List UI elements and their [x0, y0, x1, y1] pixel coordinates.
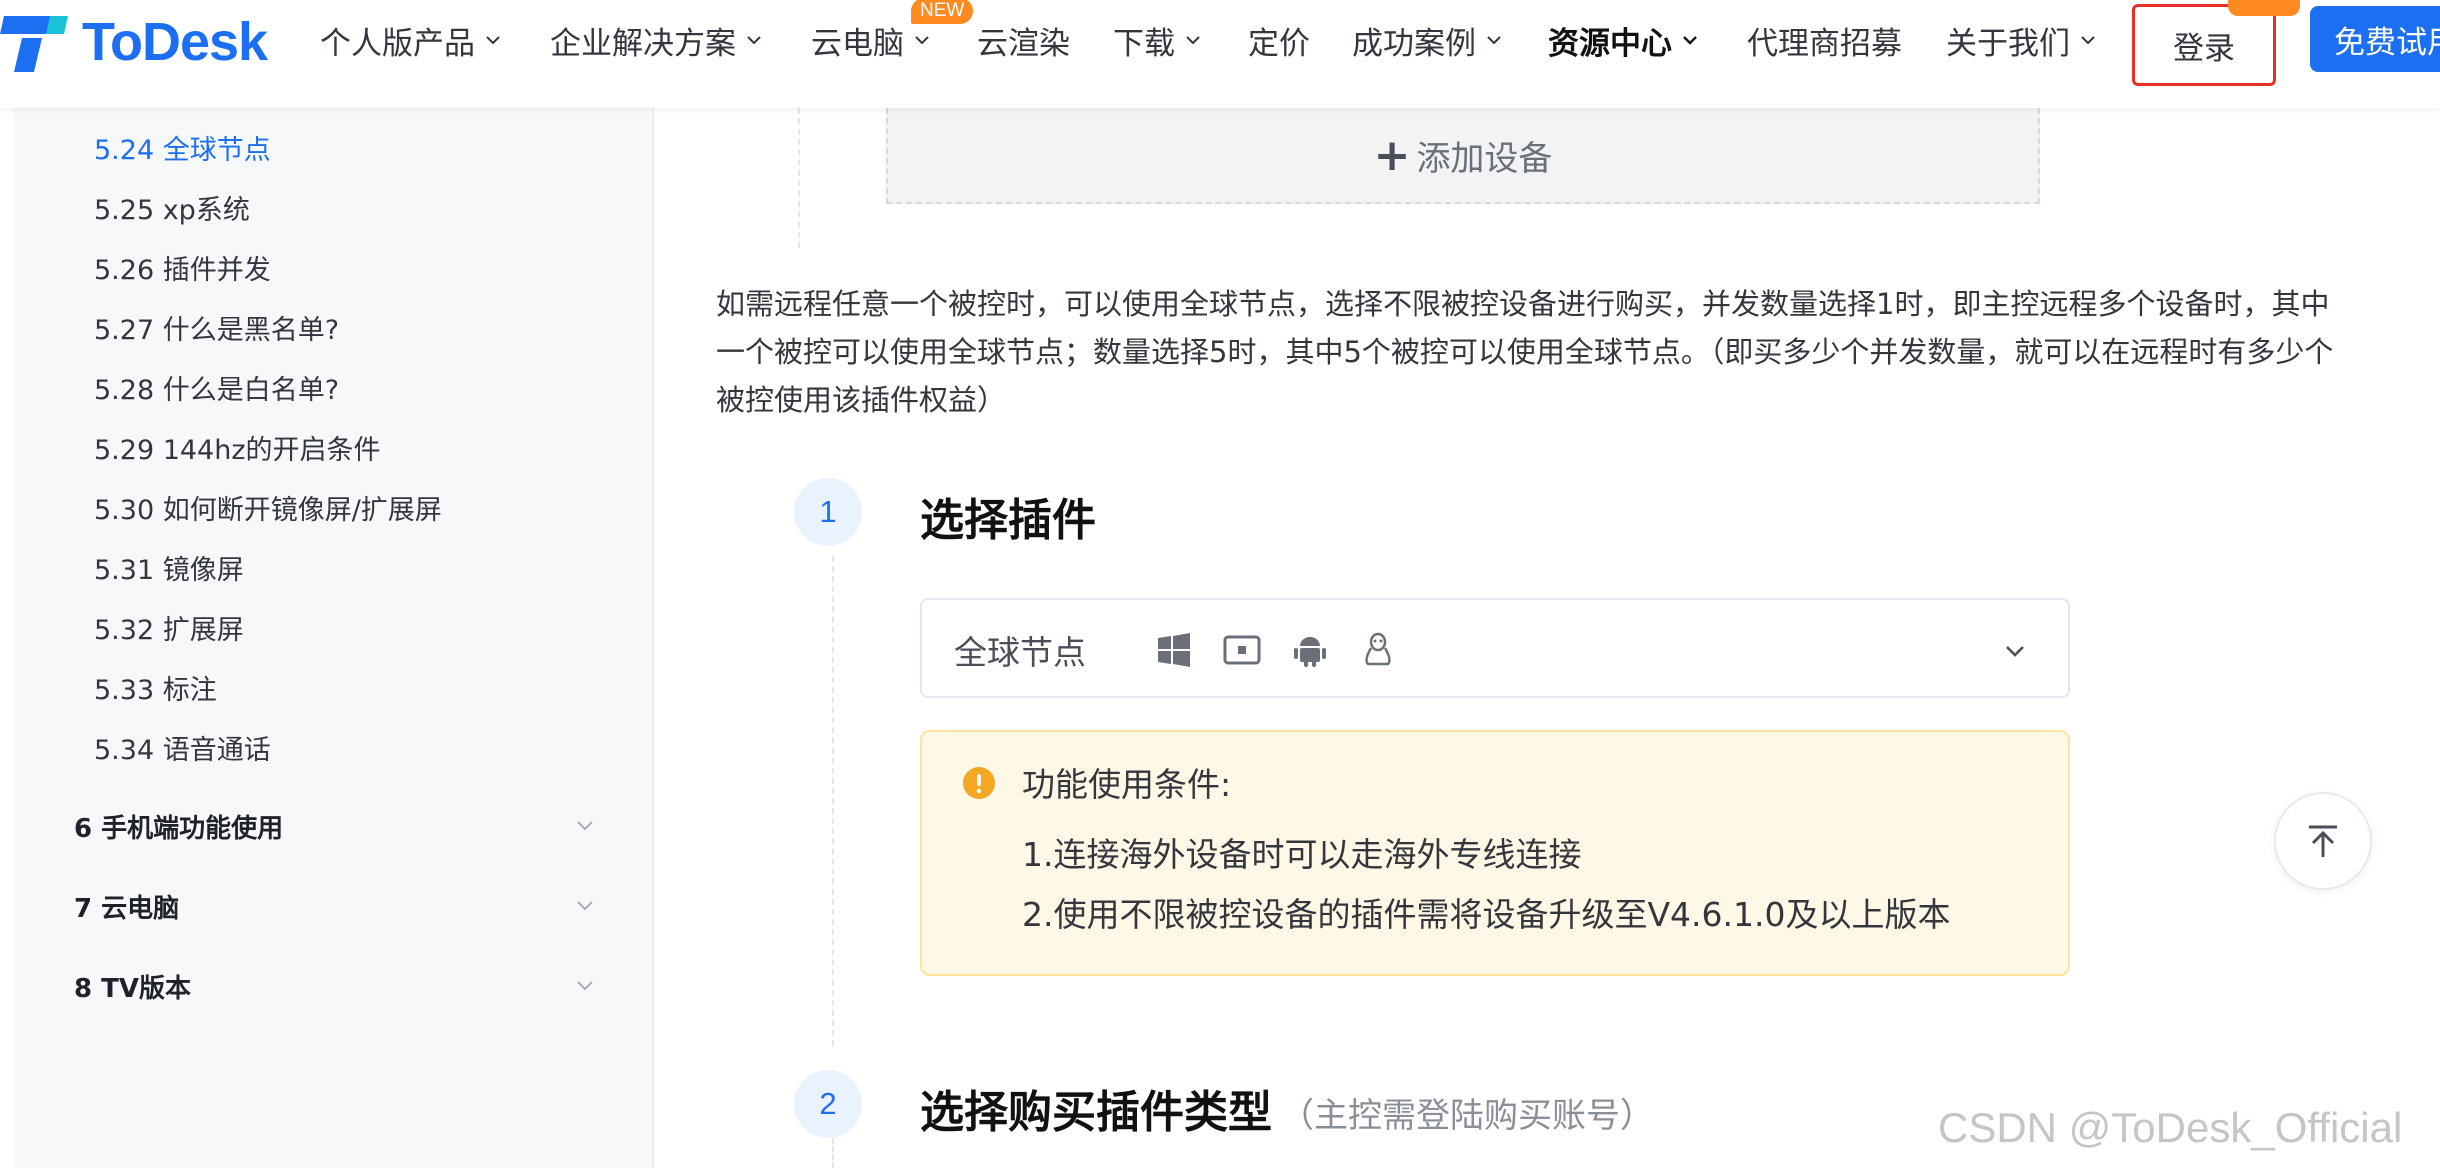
back-to-top-button[interactable]: [2274, 792, 2372, 890]
chevron-down-icon: [486, 36, 500, 45]
nav-item-label: 云电脑: [811, 25, 904, 62]
nav-item-label: 云渲染: [977, 25, 1070, 62]
step-title-text: 选择购买插件类型: [920, 1087, 1272, 1138]
toc-item-whitelist[interactable]: 5.28 什么是白名单?: [94, 368, 339, 407]
notice-line-1: 1.连接海外设备时可以走海外专线连接: [1022, 835, 1582, 874]
login-button[interactable]: 登录: [2132, 4, 2276, 86]
todesk-logo-icon: [0, 16, 68, 72]
nav-item-cases[interactable]: 成功案例: [1352, 18, 1504, 62]
linux-icon: [1365, 632, 1391, 666]
nav-item-label: 代理商招募: [1747, 25, 1902, 62]
new-badge: NEW: [911, 0, 974, 24]
step-guide-line: [832, 1138, 834, 1168]
nav-item-label: 个人版产品: [320, 25, 475, 62]
docs-sidebar: 5.24 全球节点 5.25 xp系统 5.26 插件并发 5.27 什么是黑名…: [14, 108, 654, 1168]
toc-section-cloud-pc[interactable]: 7 云电脑: [74, 888, 179, 925]
step-guide-line: [798, 108, 800, 248]
step-title-select-plugin: 选择插件: [920, 495, 1096, 546]
step-title-select-type: 选择购买插件类型 （主控需登陆购买账号）: [920, 1076, 1654, 1140]
chevron-down-icon[interactable]: [574, 894, 596, 916]
nav-item-label: 资源中心: [1548, 25, 1672, 62]
toc-item-mirror-screen[interactable]: 5.31 镜像屏: [94, 548, 244, 587]
toc-item-voice-call[interactable]: 5.34 语音通话: [94, 728, 271, 767]
step-number-2: 2: [794, 1070, 862, 1138]
chevron-down-icon: [1186, 36, 1200, 45]
android-icon: [1294, 637, 1326, 667]
toc-item-disconnect-screen[interactable]: 5.30 如何断开镜像屏/扩展屏: [94, 488, 442, 527]
csdn-watermark: CSDN @ToDesk_Official: [1938, 1104, 2403, 1151]
nav-item-resources[interactable]: 资源中心: [1548, 18, 1700, 62]
nav-item-cloud-render[interactable]: 云渲染: [977, 18, 1070, 62]
chevron-down-icon: [2006, 646, 2024, 657]
todesk-logo[interactable]: ToDesk: [0, 6, 268, 78]
top-navigation: ToDesk 个人版产品 企业解决方案 NEW 云电脑 云渲染 下载 定价 成功…: [0, 0, 2440, 108]
macos-icon: [1223, 635, 1261, 665]
chevron-down-icon[interactable]: [574, 974, 596, 996]
notice-title: 功能使用条件:: [1022, 765, 1232, 804]
windows-icon: [1158, 633, 1190, 667]
nav-item-enterprise[interactable]: 企业解决方案: [550, 18, 764, 62]
add-device-label: 添加设备: [1416, 138, 1553, 179]
usage-conditions-notice: 功能使用条件: 1.连接海外设备时可以走海外专线连接 2.使用不限被控设备的插件…: [920, 730, 2070, 976]
chevron-down-icon: [1683, 36, 1697, 45]
plugin-select-value: 全球节点: [954, 633, 1086, 672]
chevron-down-icon: [747, 36, 761, 45]
toc-item-blacklist[interactable]: 5.27 什么是黑名单?: [94, 308, 339, 347]
toc-item-extend-screen[interactable]: 5.32 扩展屏: [94, 608, 244, 647]
nav-item-about[interactable]: 关于我们: [1946, 18, 2098, 62]
nav-item-pricing[interactable]: 定价: [1248, 18, 1310, 62]
login-label: 登录: [2173, 30, 2235, 67]
info-icon: [963, 767, 995, 799]
plus-icon: +: [1373, 129, 1411, 181]
step-guide-line: [832, 556, 834, 1046]
toc-item-144hz[interactable]: 5.29 144hz的开启条件: [94, 428, 381, 467]
toc-item-plugin-concurrency[interactable]: 5.26 插件并发: [94, 248, 271, 287]
chevron-down-icon: [2081, 36, 2095, 45]
chevron-down-icon: [915, 36, 929, 45]
step-subtitle: （主控需登陆购买账号）: [1280, 1096, 1654, 1136]
trial-new-badge: NEW: [2228, 0, 2300, 16]
nav-item-agent[interactable]: 代理商招募: [1747, 18, 1902, 62]
plugin-select[interactable]: 全球节点: [920, 598, 2070, 698]
nav-item-personal[interactable]: 个人版产品: [320, 18, 503, 62]
toc-item-xp[interactable]: 5.25 xp系统: [94, 188, 250, 227]
chevron-down-icon[interactable]: [574, 814, 596, 836]
toc-item-global-node[interactable]: 5.24 全球节点: [94, 128, 271, 167]
arrow-up-icon: [2309, 825, 2337, 857]
nav-item-label: 下载: [1113, 25, 1175, 62]
step-number-1: 1: [794, 478, 862, 546]
nav-item-label: 企业解决方案: [550, 25, 736, 62]
notice-line-2: 2.使用不限被控设备的插件需将设备升级至V4.6.1.0及以上版本: [1022, 895, 1951, 934]
nav-item-label: 定价: [1248, 25, 1310, 62]
nav-item-download[interactable]: 下载: [1113, 18, 1203, 62]
nav-item-label: 成功案例: [1352, 25, 1476, 62]
nav-item-label: 关于我们: [1946, 25, 2070, 62]
global-node-description: 如需远程任意一个被控时，可以使用全球节点，选择不限被控设备进行购买，并发数量选择…: [716, 287, 2334, 417]
trial-label: 免费试用: [2334, 24, 2440, 61]
logo-text: ToDesk: [82, 12, 268, 72]
nav-item-cloud-pc[interactable]: NEW 云电脑: [811, 0, 974, 62]
add-device-button[interactable]: + 添加设备: [886, 108, 2040, 204]
toc-section-mobile[interactable]: 6 手机端功能使用: [74, 808, 283, 845]
free-trial-button[interactable]: 免费试用: [2310, 6, 2440, 72]
toc-section-tv[interactable]: 8 TV版本: [74, 968, 191, 1005]
toc-item-annotation[interactable]: 5.33 标注: [94, 668, 217, 707]
chevron-down-icon: [1487, 36, 1501, 45]
